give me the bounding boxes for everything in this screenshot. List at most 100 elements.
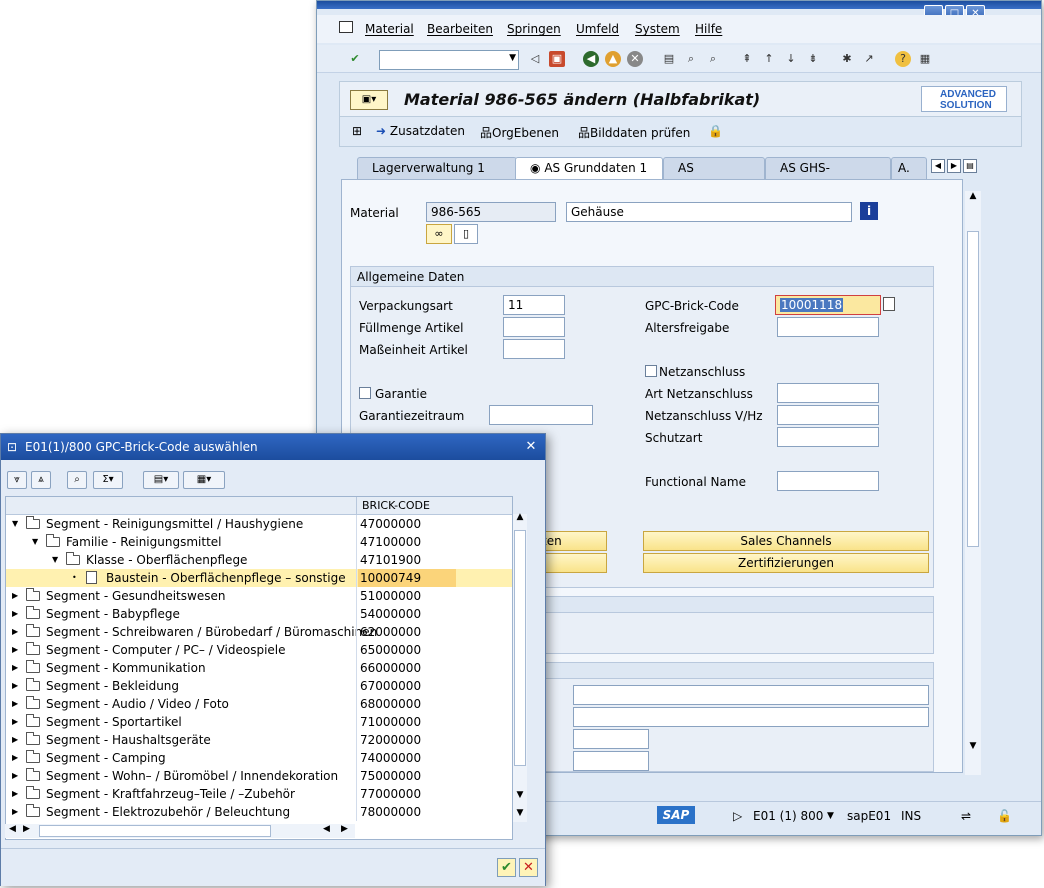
menu-hilfe[interactable]: Hilfe <box>695 22 722 36</box>
tree-row[interactable]: ▼ Klasse - Oberflächenpflege 47101900 <box>6 551 512 569</box>
altersfreigabe-field[interactable] <box>777 317 879 337</box>
cancel-icon[interactable]: ✕ <box>627 51 643 67</box>
confirm-check-icon[interactable]: ✔ <box>497 858 516 877</box>
garantiezeitraum-field[interactable] <box>489 405 593 425</box>
new-session-icon[interactable]: ✱ <box>839 51 855 67</box>
scroll-right-icon-2[interactable]: ▶ <box>341 824 348 834</box>
help-icon[interactable]: ? <box>895 51 911 67</box>
functional-name-field[interactable] <box>777 471 879 491</box>
collapsed-arrow-icon[interactable]: ▶ <box>12 695 18 713</box>
document-icon[interactable]: ▯ <box>454 224 478 244</box>
tree-row[interactable]: ▶ Segment - Bekleidung 67000000 <box>6 677 512 695</box>
next-page-icon[interactable]: ↓ <box>783 51 799 67</box>
lock-icon[interactable]: 🔒 <box>708 124 723 138</box>
tree-row[interactable]: ▶ Segment - Elektrozubehör / Beleuchtung 7… <box>6 803 512 821</box>
screen-menu-icon[interactable]: ▣▾ <box>350 90 388 110</box>
status-expand-icon[interactable]: ▷ <box>733 809 742 823</box>
menu-material[interactable]: Material <box>365 22 414 36</box>
collapsed-arrow-icon[interactable]: ▶ <box>12 659 18 677</box>
back-arrow-icon[interactable]: ◁ <box>527 51 543 67</box>
tab-lagerverwaltung-1[interactable]: Lagerverwaltung 1 <box>357 157 517 179</box>
layout-grid-icon[interactable]: ▦▾ <box>183 471 225 489</box>
tab-as-grunddaten-1[interactable]: ◉ AS Grunddaten 1 <box>515 157 663 179</box>
sum-icon[interactable]: Σ▾ <box>93 471 123 489</box>
collapsed-arrow-icon[interactable]: ▶ <box>12 713 18 731</box>
shortcut-icon[interactable]: ↗ <box>861 51 877 67</box>
collapsed-arrow-icon[interactable]: ▶ <box>12 623 18 641</box>
find-icon[interactable]: ⌕ <box>683 51 699 67</box>
scroll-left-icon-2[interactable]: ◀ <box>323 824 330 834</box>
gpc-brick-code-field[interactable]: 10001118 <box>775 295 881 315</box>
tree-row[interactable]: ▶ Segment - Sportartikel 71000000 <box>6 713 512 731</box>
tree-row[interactable]: ▶ Segment - Schreibwaren / Bürobedarf / B… <box>6 623 512 641</box>
third-group-field-2[interactable] <box>573 707 929 727</box>
schutzart-field[interactable] <box>777 427 879 447</box>
tab-more[interactable]: A. <box>891 157 927 179</box>
chevron-down-icon[interactable]: ▼ <box>827 811 834 821</box>
third-group-field-3[interactable] <box>573 729 649 749</box>
find-icon[interactable]: ⌕ <box>67 471 87 489</box>
previous-page-icon[interactable]: ↑ <box>761 51 777 67</box>
tree-row[interactable]: ▶ Segment - Haushaltsgeräte 72000000 <box>6 731 512 749</box>
collapsed-arrow-icon[interactable]: ▶ <box>12 605 18 623</box>
tree-row[interactable]: ▶ Segment - Audio / Video / Foto 68000000 <box>6 695 512 713</box>
tree-row[interactable]: ▶ Segment - Babypflege 54000000 <box>6 605 512 623</box>
scroll-thumb[interactable] <box>967 231 979 547</box>
save-icon[interactable]: ▣ <box>549 51 565 67</box>
copy-icon[interactable] <box>883 297 895 311</box>
scroll-up-icon[interactable]: ▲ <box>513 512 527 522</box>
dialog-vertical-scrollbar[interactable]: ▲ ▼ ▼ <box>513 512 527 822</box>
collapse-all-icon[interactable]: ⩓ <box>31 471 51 489</box>
exit-icon[interactable]: ▲ <box>605 51 621 67</box>
collapsed-arrow-icon[interactable]: ▶ <box>12 587 18 605</box>
collapsed-arrow-icon[interactable]: ▶ <box>12 641 18 659</box>
scroll-thumb[interactable] <box>514 530 526 766</box>
tab-scroll-right-icon[interactable]: ▶ <box>947 159 961 173</box>
tree-row[interactable]: ▶ Segment - Kommunikation 66000000 <box>6 659 512 677</box>
zusatzdaten-button[interactable]: ➜ Zusatzdaten <box>376 124 465 138</box>
tree-row[interactable]: ▶ Segment - Gesundheitswesen 51000000 <box>6 587 512 605</box>
tree-row[interactable]: ▶ Segment - Kraftfahrzeug–Teile / –Zubehö… <box>6 785 512 803</box>
enter-check-icon[interactable]: ✔ <box>347 51 363 67</box>
collapsed-arrow-icon[interactable]: ▶ <box>12 785 18 803</box>
menu-bearbeiten[interactable]: Bearbeiten <box>427 22 493 36</box>
last-page-icon[interactable]: ⇟ <box>805 51 821 67</box>
expand-all-icon[interactable]: ⩔ <box>7 471 27 489</box>
expanded-arrow-icon[interactable]: ▼ <box>52 551 58 569</box>
scroll-right-icon[interactable]: ▶ <box>23 824 30 834</box>
print-icon[interactable]: ▤ <box>661 51 677 67</box>
tree-row[interactable]: ▶ Segment - Camping 74000000 <box>6 749 512 767</box>
scroll-down-icon[interactable]: ▼ <box>965 741 981 751</box>
leaf-dot-icon[interactable]: • <box>72 569 77 587</box>
tab-scroll-left-icon[interactable]: ◀ <box>931 159 945 173</box>
expanded-arrow-icon[interactable]: ▼ <box>32 533 38 551</box>
fuellmenge-field[interactable] <box>503 317 565 337</box>
cancel-x-icon[interactable]: ✕ <box>519 858 538 877</box>
tree-row[interactable]: ▶ Segment - Computer / PC– / Videospiele 6… <box>6 641 512 659</box>
close-icon[interactable]: ✕ <box>523 439 539 455</box>
menu-umfeld[interactable]: Umfeld <box>576 22 619 36</box>
layout-menu-icon[interactable]: ▦ <box>917 51 933 67</box>
back-icon[interactable]: ◀ <box>583 51 599 67</box>
command-field[interactable]: ▼ <box>379 50 519 70</box>
tree-row[interactable]: • Baustein - Oberflächenpflege – sonstige… <box>6 569 512 587</box>
collapsed-arrow-icon[interactable]: ▶ <box>12 677 18 695</box>
tab-as-ghs-angaben[interactable]: AS GHS-Angaben <box>765 157 891 196</box>
masseinheit-field[interactable] <box>503 339 565 359</box>
tab-as-gefahrgut[interactable]: AS Gefahrgut <box>663 157 765 196</box>
tree-row[interactable]: ▼ Familie - Reinigungsmittel 47100000 <box>6 533 512 551</box>
sales-channels-button[interactable]: Sales Channels <box>643 531 929 551</box>
collapsed-arrow-icon[interactable]: ▶ <box>12 749 18 767</box>
tab-list-icon[interactable]: ▤ <box>963 159 977 173</box>
system-info[interactable]: E01 (1) 800 <box>753 809 823 823</box>
print-preview-icon[interactable]: ▤▾ <box>143 471 179 489</box>
third-group-field-1[interactable] <box>573 685 929 705</box>
info-icon[interactable]: i <box>860 202 878 220</box>
scroll-down-icon[interactable]: ▼ <box>513 790 527 800</box>
netzanschluss-checkbox[interactable] <box>645 365 657 377</box>
scroll-down-icon-2[interactable]: ▼ <box>513 808 527 818</box>
tree-row[interactable]: ▼ Segment - Reinigungsmittel / Haushygien… <box>6 515 512 533</box>
scroll-up-icon[interactable]: ▲ <box>965 191 981 201</box>
material-description-field[interactable]: Gehäuse <box>566 202 852 222</box>
glasses-icon[interactable]: ∞ <box>426 224 452 244</box>
